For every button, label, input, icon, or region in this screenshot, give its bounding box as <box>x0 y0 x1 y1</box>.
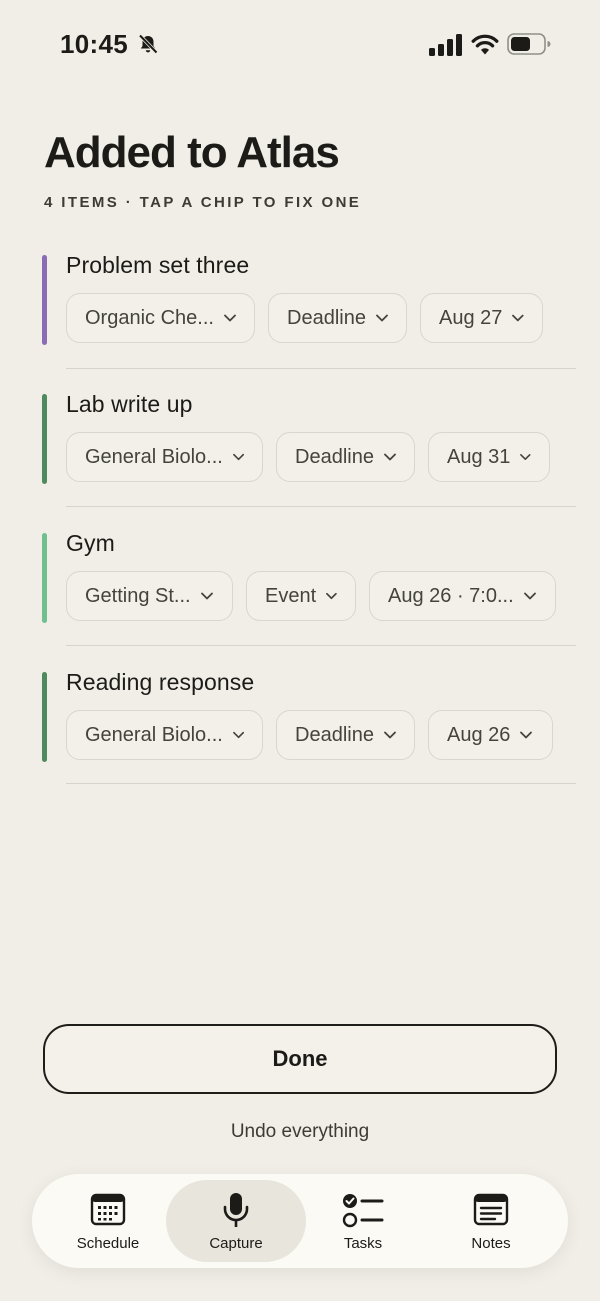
type-chip[interactable]: Deadline <box>268 293 407 343</box>
date-chip[interactable]: Aug 26 <box>428 710 553 760</box>
chip-label: Aug 27 <box>439 306 503 329</box>
chip-label: Deadline <box>295 445 374 468</box>
chip-label: Getting St... <box>85 584 191 607</box>
list-item: Gym Getting St... Event Aug 26 · 7:0... <box>42 530 576 668</box>
date-chip[interactable]: Aug 26 · 7:0... <box>369 571 556 621</box>
battery-icon <box>507 33 551 55</box>
undo-everything-link[interactable]: Undo everything <box>0 1121 600 1143</box>
chip-label: Organic Che... <box>85 306 214 329</box>
tab-tasks[interactable]: Tasks <box>293 1180 433 1262</box>
chevron-down-icon <box>232 731 244 739</box>
chevron-down-icon <box>224 314 236 322</box>
wifi-icon <box>471 34 499 55</box>
chevron-down-icon <box>384 731 396 739</box>
tab-label: Tasks <box>343 1235 383 1252</box>
done-button[interactable]: Done <box>43 1024 557 1094</box>
type-chip[interactable]: Event <box>246 571 356 621</box>
tab-bar: Schedule Capture Tasks Notes <box>32 1174 568 1268</box>
page-title: Added to Atlas <box>44 128 340 177</box>
microphone-icon <box>223 1193 249 1227</box>
chip-label: Aug 26 · 7:0... <box>388 584 514 607</box>
item-divider <box>66 368 576 369</box>
tab-schedule[interactable]: Schedule <box>38 1180 178 1262</box>
tab-label: Notes <box>471 1235 511 1252</box>
chevron-down-icon <box>232 453 244 461</box>
item-accent-bar <box>42 394 47 484</box>
chip-label: Deadline <box>295 723 374 746</box>
chevron-down-icon <box>384 453 396 461</box>
cellular-signal-icon <box>429 34 462 56</box>
date-chip[interactable]: Aug 27 <box>420 293 543 343</box>
course-chip[interactable]: General Biolo... <box>66 710 263 760</box>
chevron-down-icon <box>376 314 388 322</box>
calendar-icon <box>90 1193 126 1226</box>
item-divider <box>66 645 576 646</box>
item-divider <box>66 506 576 507</box>
chevron-down-icon <box>200 592 213 600</box>
date-chip[interactable]: Aug 31 <box>428 432 550 482</box>
chevron-down-icon <box>523 592 536 600</box>
tab-capture[interactable]: Capture <box>166 1180 306 1262</box>
note-icon <box>473 1193 509 1226</box>
type-chip[interactable]: Deadline <box>276 710 415 760</box>
status-time: 10:45 <box>60 29 128 59</box>
chip-label: General Biolo... <box>85 723 223 746</box>
chevron-down-icon <box>326 592 337 600</box>
course-chip[interactable]: General Biolo... <box>66 432 263 482</box>
item-title: Reading response <box>66 669 255 695</box>
checklist-icon <box>342 1194 384 1228</box>
item-accent-bar <box>42 672 47 762</box>
chevron-down-icon <box>512 314 524 322</box>
type-chip[interactable]: Deadline <box>276 432 415 482</box>
item-accent-bar <box>42 255 47 345</box>
item-divider <box>66 783 576 784</box>
course-chip[interactable]: Organic Che... <box>66 293 255 343</box>
chip-label: Deadline <box>287 306 366 329</box>
page-subtitle: 4 ITEMS · TAP A CHIP TO FIX ONE <box>44 194 362 211</box>
chip-label: General Biolo... <box>85 445 223 468</box>
tab-label: Schedule <box>76 1235 140 1252</box>
item-title: Problem set three <box>66 252 250 278</box>
tab-label: Capture <box>209 1235 263 1252</box>
chevron-down-icon <box>520 453 531 461</box>
item-title: Lab write up <box>66 391 193 417</box>
item-title: Gym <box>66 530 115 556</box>
course-chip[interactable]: Getting St... <box>66 571 233 621</box>
list-item: Problem set three Organic Che... Deadlin… <box>42 252 576 390</box>
tab-notes[interactable]: Notes <box>421 1180 561 1262</box>
list-item: Reading response General Biolo... Deadli… <box>42 669 576 807</box>
status-bar: 10:45 <box>0 0 600 90</box>
chevron-down-icon <box>520 731 533 739</box>
chip-label: Event <box>265 584 317 607</box>
list-item: Lab write up General Biolo... Deadline A… <box>42 391 576 529</box>
chip-label: Aug 31 <box>447 445 511 468</box>
item-accent-bar <box>42 533 47 623</box>
chip-label: Aug 26 <box>447 723 511 746</box>
bell-muted-icon <box>138 34 158 54</box>
